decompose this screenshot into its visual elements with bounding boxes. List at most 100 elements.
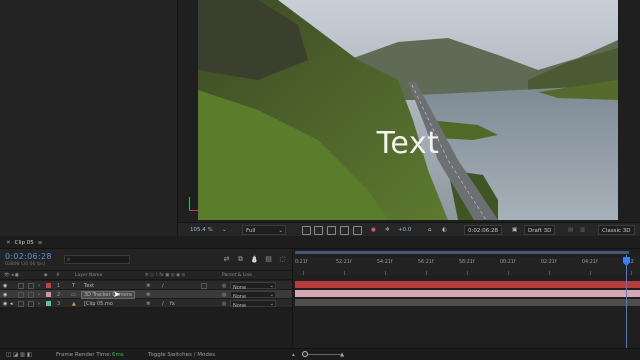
parent-dropdown[interactable]: None ⌄ [230, 282, 276, 291]
work-area-bar[interactable] [295, 251, 629, 254]
render-time-label: Frame Render Time: [56, 352, 112, 358]
renderer-toggle[interactable]: Draft 3D [524, 225, 556, 235]
layer-name[interactable]: [Clip 05.mo [84, 301, 113, 307]
quality-switch-icon[interactable]: ∕ [162, 301, 164, 307]
snapshot-icon[interactable]: ⌂ [428, 225, 432, 235]
collapse-switch-icon[interactable]: ✲ [146, 283, 150, 289]
draft-3d-icon: ▣ [512, 227, 518, 233]
ruler-tick-label: 56:21f [418, 260, 434, 265]
left-panel [0, 0, 178, 236]
layer-name[interactable]: Text [84, 283, 94, 289]
ruler-tick-label: 54:21f [377, 260, 393, 265]
close-icon[interactable]: ✕ [6, 239, 11, 248]
tab-clip-05[interactable]: ✕ Clip 05 ≡ [6, 239, 42, 248]
zoom-slider-handle[interactable] [302, 351, 308, 357]
chevron-down-icon: ⌄ [269, 283, 274, 289]
label-color-swatch[interactable] [46, 283, 51, 288]
layer-duration-bar[interactable] [295, 299, 640, 306]
eye-icon[interactable]: ◉ [3, 301, 7, 307]
quality-switch-icon[interactable]: ∕ [162, 283, 164, 289]
viewer-toolbar: 105.4 % ⌄ Full ⌄ ● ✲ +0.0 ⌂ ◐ 0:02:06:28… [178, 222, 640, 236]
time-ruler[interactable]: 0:21f 52:21f 54:21f 56:21f 58:21f 00:21f 02:21… [293, 257, 640, 275]
transparency-grid-icon[interactable] [314, 226, 323, 235]
viewer-timecode[interactable]: 0:02:06:28 [464, 225, 503, 235]
zoom-level[interactable]: 105.4 % [190, 225, 213, 235]
zoom-dropdown-icon[interactable]: ⌄ [222, 225, 227, 235]
resolution-dropdown[interactable]: Full ⌄ [242, 225, 286, 235]
layer-name[interactable]: 3D Tracker Camera [81, 290, 135, 299]
layer-row[interactable]: ◉ › 1 T Text ✲ ∕ ◎ None ⌄ [0, 281, 292, 291]
extended-viewer-icon[interactable]: ▥ [580, 225, 585, 235]
label-color-swatch[interactable] [46, 292, 51, 297]
number-header: # [56, 273, 60, 278]
layer-row[interactable]: ◉ › 2 ▭ 3D Tracker Camera ✲ ◎ None ⌄ ➤ [0, 290, 292, 300]
audio-icon[interactable]: ◂ [10, 301, 13, 307]
solo-toggle[interactable] [18, 300, 24, 307]
collapse-switch-icon[interactable]: ✲ [146, 292, 150, 298]
ruler-tick [467, 271, 468, 275]
lock-toggle[interactable] [28, 282, 34, 289]
eye-icon[interactable]: ◉ [3, 292, 7, 298]
graph-editor-icon[interactable]: ◌ [278, 255, 287, 264]
solo-toggle[interactable] [18, 291, 24, 298]
playhead-line[interactable] [626, 255, 627, 348]
3d-layer-switch[interactable] [201, 282, 207, 289]
zoom-in-icon[interactable]: ▲ [340, 352, 344, 358]
lock-toggle[interactable] [28, 300, 34, 307]
effects-switch-icon[interactable]: fx [170, 301, 175, 307]
expand-arrow-icon[interactable]: › [38, 292, 40, 298]
draft-3d-toggle-icon[interactable]: ⧉ [236, 255, 245, 264]
layer-duration-bar[interactable] [295, 281, 640, 288]
expand-arrow-icon[interactable]: › [38, 283, 40, 289]
parent-dropdown[interactable]: None ⌄ [230, 300, 276, 309]
layer-name-header[interactable]: Layer Name [75, 273, 102, 278]
lock-toggle[interactable] [28, 291, 34, 298]
show-snapshot-icon[interactable]: ◐ [442, 225, 447, 235]
frame-blending-icon[interactable]: ▤ [264, 255, 273, 264]
render-time-value: 6ms [112, 352, 124, 358]
timeline-graph[interactable]: 0:21f 52:21f 54:21f 56:21f 58:21f 00:21f 02:21… [292, 249, 640, 348]
tab-menu-icon[interactable]: ≡ [38, 239, 43, 248]
collapse-switch-icon[interactable]: ✲ [146, 301, 150, 307]
shy-layers-icon[interactable]: ⛄ [250, 255, 259, 264]
layer-duration-bar[interactable] [295, 290, 640, 297]
pickwhip-icon[interactable]: ◎ [222, 283, 226, 289]
mask-visibility-icon[interactable] [327, 226, 336, 235]
search-icon: ⌕ [67, 256, 71, 263]
toggle-switches-modes[interactable]: Toggle Switches / Modes [148, 352, 215, 358]
exposure-reset-icon[interactable]: ✲ [385, 225, 390, 235]
text-layer-overlay[interactable]: Text [198, 126, 618, 161]
parent-dropdown[interactable]: None ⌄ [230, 291, 276, 300]
layer-search-input[interactable]: ⌕ [64, 255, 130, 264]
composition-frame[interactable]: Text [198, 0, 618, 220]
axis-y-gizmo [189, 197, 190, 211]
eye-icon[interactable]: ◉ [3, 283, 7, 289]
layer-column-headers: 👁 ◂ ● ◆ # Layer Name ✲ ◇ ∖ fx ▣ ◎ ◉ ⊙ Pa… [0, 270, 292, 280]
layer-row[interactable]: ◉ ◂ › 3 ▲ [Clip 05.mo ✲ ∕ fx ◎ None ⌄ [0, 299, 292, 309]
label-color-swatch[interactable] [46, 301, 51, 306]
ruler-tick [426, 271, 427, 275]
ruler-tick-label: 04:21f [582, 260, 598, 265]
camera-layer-icon: ▭ [71, 291, 76, 298]
guides-icon[interactable] [340, 226, 349, 235]
timeline-zoom-slider[interactable] [304, 354, 342, 355]
zoom-out-icon[interactable]: ▴ [292, 352, 295, 358]
pickwhip-icon[interactable]: ◎ [222, 292, 226, 298]
region-of-interest-icon[interactable] [302, 226, 311, 235]
pickwhip-icon[interactable]: ◎ [222, 301, 226, 307]
mouse-cursor-icon: ➤ [113, 290, 121, 300]
grid-icon[interactable] [353, 226, 362, 235]
layer-number: 1 [57, 282, 61, 289]
comp-mini-flowchart-icon[interactable]: ⇄ [222, 255, 231, 264]
exposure-value[interactable]: +0.0 [398, 225, 411, 235]
color-channels-icon[interactable]: ● [371, 225, 376, 235]
zoom-unit: % [207, 227, 213, 233]
3d-ground-plane-icon[interactable]: ▤ [568, 225, 573, 235]
solo-toggle[interactable] [18, 282, 24, 289]
current-time-display[interactable]: 0:02:06:28 [5, 252, 52, 261]
view-mode-dropdown[interactable]: Classic 3D [598, 225, 635, 235]
expand-arrow-icon[interactable]: › [38, 301, 40, 307]
layer-switches-toggle-icons[interactable]: ◫ ◪ ▥ ◧ [6, 352, 32, 358]
parent-link-header[interactable]: Parent & Link [222, 273, 252, 278]
composition-viewer[interactable]: Text [178, 0, 640, 222]
